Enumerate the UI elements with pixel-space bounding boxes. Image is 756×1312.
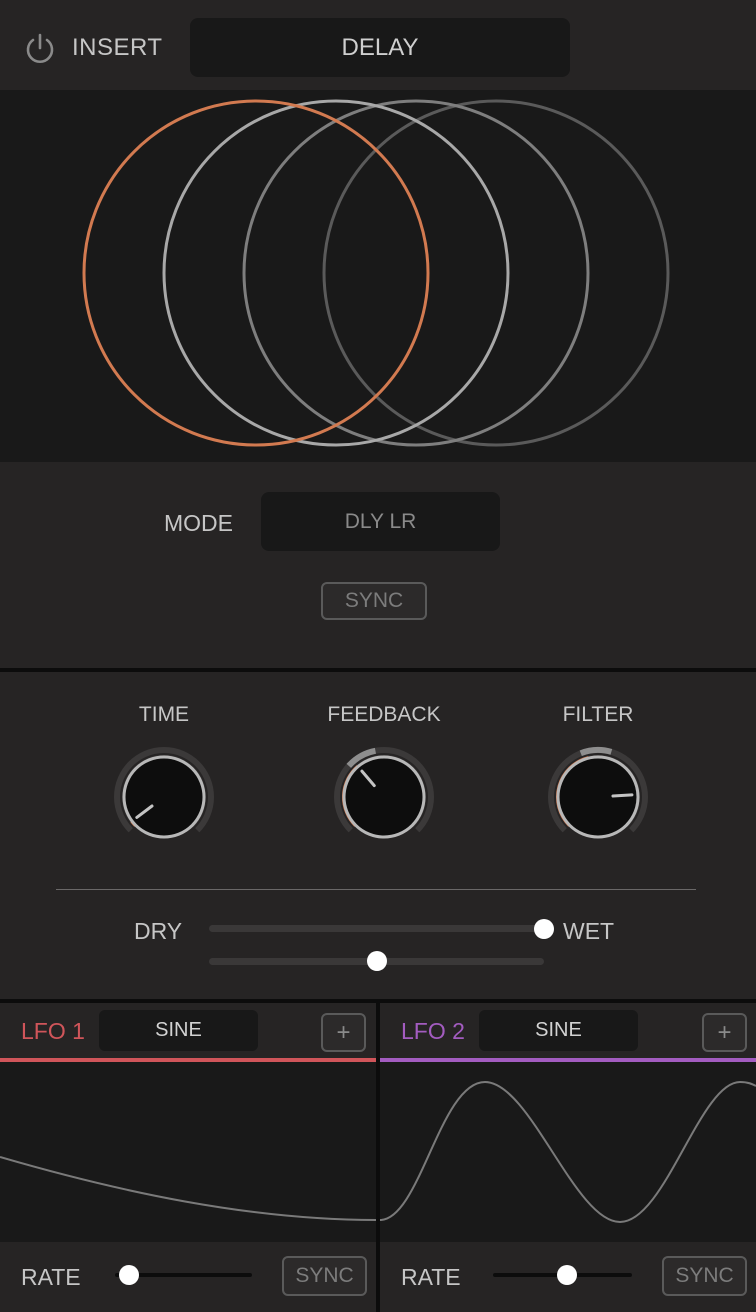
lfo1-rate-label: RATE bbox=[21, 1264, 81, 1290]
lfo2-rate-label: RATE bbox=[401, 1264, 461, 1290]
preset-selector[interactable]: DELAY bbox=[190, 18, 570, 77]
knob-group bbox=[114, 747, 648, 839]
lfo1-shape-select[interactable]: SINE bbox=[99, 1010, 258, 1051]
delay-visualizer bbox=[0, 90, 756, 462]
lfo2-title: LFO 2 bbox=[401, 1018, 465, 1044]
lfo2-shape-select[interactable]: SINE bbox=[479, 1010, 638, 1051]
lfo2-sync-button[interactable]: SYNC bbox=[662, 1256, 747, 1296]
wet-label: WET bbox=[563, 918, 615, 944]
echo-ring-2 bbox=[162, 99, 510, 447]
power-icon[interactable] bbox=[24, 32, 56, 66]
lfo1-waveform bbox=[0, 1062, 377, 1242]
mode-select[interactable]: DLY LR bbox=[261, 492, 500, 551]
filter-knob-pointer bbox=[611, 793, 634, 798]
filter-knob-mod-range bbox=[579, 747, 613, 757]
echo-ring-1 bbox=[82, 99, 430, 447]
mode-label: MODE bbox=[164, 510, 233, 536]
mode-sync-button[interactable]: SYNC bbox=[321, 582, 427, 620]
time-knob-body bbox=[122, 755, 206, 839]
lfo1-title: LFO 1 bbox=[21, 1018, 85, 1044]
lfo2-waveform bbox=[379, 1062, 756, 1242]
mix-thumb[interactable] bbox=[366, 951, 387, 971]
lfo1-add-button[interactable]: + bbox=[321, 1013, 366, 1052]
insert-label[interactable]: INSERT bbox=[72, 34, 163, 62]
divider bbox=[56, 889, 696, 890]
filter-knob-body bbox=[556, 755, 640, 839]
lfo1-curve bbox=[0, 1156, 377, 1221]
dry-label: DRY bbox=[134, 918, 183, 944]
echo-ring-4 bbox=[322, 99, 670, 447]
lfo1-rate-thumb[interactable] bbox=[118, 1265, 139, 1285]
dry-wet-slider[interactable] bbox=[209, 925, 544, 932]
lfo2-add-button[interactable]: + bbox=[702, 1013, 747, 1052]
lfo2-curve bbox=[379, 1080, 756, 1224]
lfo1-sync-button[interactable]: SYNC bbox=[282, 1256, 367, 1296]
echo-ring-3 bbox=[242, 99, 590, 447]
feedback-knob-body bbox=[342, 755, 426, 839]
dry-wet-thumb[interactable] bbox=[534, 919, 554, 939]
lfo2-rate-thumb[interactable] bbox=[556, 1265, 577, 1285]
